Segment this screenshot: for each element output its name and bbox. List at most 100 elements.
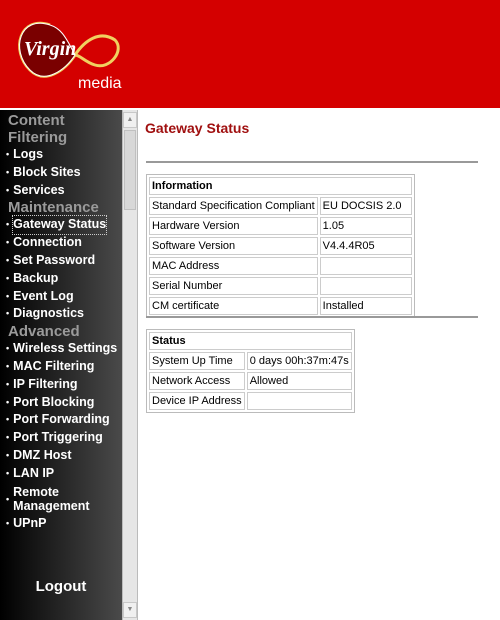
table-row: Device IP Address — [149, 392, 352, 410]
sidebar-nav: Content Filtering • Logs • Block Sites • Servi… — [0, 110, 122, 620]
bullet-icon: • — [6, 308, 10, 319]
sidebar-item-label: Remote Management — [13, 484, 90, 513]
bullet-icon: • — [6, 449, 10, 460]
sidebar-item-backup[interactable]: • Backup — [0, 270, 122, 288]
table-row: Hardware Version 1.05 — [149, 217, 412, 235]
sidebar-item-wireless-settings[interactable]: • Wireless Settings — [0, 340, 122, 358]
sidebar-item-services[interactable]: • Services — [0, 182, 122, 200]
information-table: Information Standard Specification Compli… — [146, 174, 415, 318]
sidebar-item-label: MAC Filtering — [13, 358, 95, 373]
sidebar-item-remote-management[interactable]: • Remote Management — [0, 483, 122, 515]
row-label: Standard Specification Compliant — [149, 197, 318, 215]
row-value: Allowed — [246, 372, 352, 390]
sidebar-item-mac-filtering[interactable]: • MAC Filtering — [0, 358, 122, 376]
sidebar-item-block-sites[interactable]: • Block Sites — [0, 164, 122, 182]
sidebar-item-label: Set Password — [13, 252, 96, 267]
row-value — [246, 392, 352, 410]
sidebar-item-port-forwarding[interactable]: • Port Forwarding — [0, 411, 122, 429]
table-row: CM certificate Installed — [149, 297, 412, 315]
row-label: Software Version — [149, 237, 318, 255]
row-label: Serial Number — [149, 277, 318, 295]
bullet-icon: • — [6, 378, 10, 389]
row-label: CM certificate — [149, 297, 318, 315]
table-row: Standard Specification Compliant EU DOCSI… — [149, 197, 412, 215]
sidebar-scrollbar[interactable]: ▲ ▼ — [122, 110, 138, 620]
sidebar-item-label: Block Sites — [13, 164, 81, 179]
bullet-icon: • — [6, 432, 10, 443]
svg-text:media: media — [78, 75, 122, 92]
page-title: Gateway Status — [145, 120, 250, 136]
row-value — [319, 257, 412, 275]
sidebar-item-label: IP Filtering — [13, 376, 78, 391]
sidebar-item-label: Services — [13, 182, 65, 197]
bullet-icon: • — [6, 493, 10, 504]
sidebar-item-label: Port Triggering — [13, 430, 103, 445]
sidebar-item-lan-ip[interactable]: • LAN IP — [0, 465, 122, 483]
sidebar-item-event-log[interactable]: • Event Log — [0, 288, 122, 306]
bullet-icon: • — [6, 184, 10, 195]
row-label: System Up Time — [149, 352, 245, 370]
bullet-icon: • — [6, 290, 10, 301]
sidebar-item-label: Port Blocking — [13, 394, 95, 409]
row-label: Hardware Version — [149, 217, 318, 235]
row-value: Installed — [319, 297, 412, 315]
table-row: Serial Number — [149, 277, 412, 295]
sidebar-item-set-password[interactable]: • Set Password — [0, 252, 122, 270]
sidebar-item-label: Port Forwarding — [13, 412, 110, 427]
status-heading: Status — [149, 332, 352, 350]
sidebar-item-label: LAN IP — [13, 465, 55, 480]
table-row: Network Access Allowed — [149, 372, 352, 390]
scrollbar-thumb[interactable] — [124, 130, 136, 210]
sidebar-item-label: DMZ Host — [13, 447, 72, 462]
sidebar-item-label: Diagnostics — [13, 306, 85, 321]
scroll-down-arrow-icon[interactable]: ▼ — [123, 602, 137, 618]
sidebar-item-label: Wireless Settings — [13, 341, 118, 356]
sidebar-section-title: Advanced — [8, 323, 80, 341]
bullet-icon: • — [6, 414, 10, 425]
sidebar-section-title: Maintenance — [8, 199, 99, 217]
table-row: Software Version V4.4.4R05 — [149, 237, 412, 255]
row-label: Network Access — [149, 372, 245, 390]
row-value: 1.05 — [319, 217, 412, 235]
sidebar-item-upnp[interactable]: • UPnP — [0, 515, 122, 533]
bullet-icon: • — [6, 254, 10, 265]
bullet-icon: • — [6, 237, 10, 248]
information-heading: Information — [149, 177, 412, 195]
bullet-icon: • — [6, 166, 10, 177]
bullet-icon: • — [6, 149, 10, 159]
bullet-icon: • — [6, 517, 10, 528]
table-row: MAC Address — [149, 257, 412, 275]
divider — [146, 161, 478, 163]
row-value: EU DOCSIS 2.0 — [319, 197, 412, 215]
scroll-up-arrow-icon[interactable]: ▲ — [123, 112, 137, 128]
row-value: 0 days 00h:37m:47s — [246, 352, 352, 370]
sidebar-item-logs[interactable]: • Logs — [0, 146, 122, 164]
sidebar-item-gateway-status[interactable]: • Gateway Status — [0, 215, 122, 236]
bullet-icon: • — [6, 219, 10, 230]
row-value — [319, 277, 412, 295]
sidebar-item-label: Backup — [13, 270, 59, 285]
svg-text:Virgin: Virgin — [24, 38, 76, 60]
table-row: System Up Time 0 days 00h:37m:47s — [149, 352, 352, 370]
divider — [146, 316, 478, 318]
sidebar-item-connection[interactable]: • Connection — [0, 234, 122, 252]
virgin-media-logo: Virgin media — [18, 21, 122, 92]
logout-link[interactable]: Logout — [0, 578, 122, 595]
bullet-icon: • — [6, 272, 10, 283]
sidebar-item-label: Logs — [13, 147, 44, 161]
sidebar-item-label: Connection — [13, 235, 82, 250]
main-content: Gateway Status Information Standard Speci… — [138, 110, 500, 620]
sidebar-item-label: UPnP — [13, 515, 47, 530]
sidebar-item-dmz-host[interactable]: • DMZ Host — [0, 447, 122, 465]
row-value: V4.4.4R05 — [319, 237, 412, 255]
sidebar-section-title: Content Filtering — [8, 112, 68, 146]
status-table: Status System Up Time 0 days 00h:37m:47s Ne… — [146, 329, 355, 413]
sidebar-item-port-triggering[interactable]: • Port Triggering — [0, 429, 122, 447]
sidebar-item-label: Gateway Status — [12, 215, 108, 236]
sidebar-item-ip-filtering[interactable]: • IP Filtering — [0, 376, 122, 394]
header-banner: Virgin media — [0, 0, 500, 108]
sidebar-item-diagnostics[interactable]: • Diagnostics — [0, 305, 122, 323]
sidebar-item-port-blocking[interactable]: • Port Blocking — [0, 394, 122, 412]
bullet-icon: • — [6, 396, 10, 407]
row-label: Device IP Address — [149, 392, 245, 410]
